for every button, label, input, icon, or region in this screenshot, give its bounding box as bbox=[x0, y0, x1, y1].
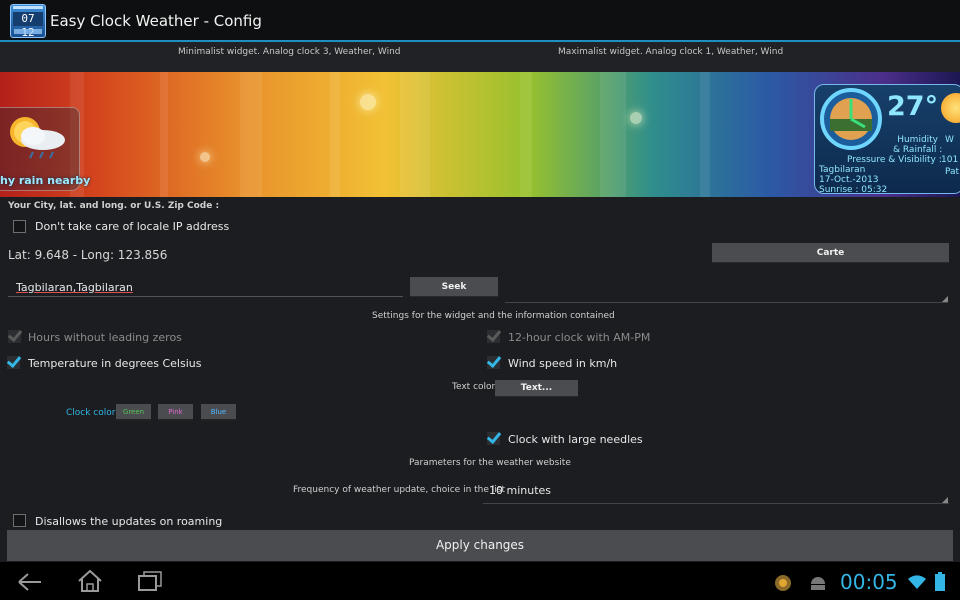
minimalist-widget-text: hy rain nearby bbox=[0, 107, 90, 191]
humidity-text: Humidity bbox=[897, 135, 939, 145]
banner-stripe bbox=[330, 72, 340, 197]
wifi-icon bbox=[908, 575, 926, 589]
ignore-ip-checkbox[interactable] bbox=[13, 220, 26, 233]
app-icon[interactable]: 07 12 bbox=[10, 4, 46, 39]
city-spinner-line bbox=[505, 302, 948, 303]
city-spinner-arrow-icon[interactable] bbox=[942, 296, 948, 302]
temperature-readout: 27° bbox=[887, 91, 939, 122]
large-needles-label[interactable]: Clock with large needles bbox=[508, 433, 643, 446]
status-clock: 00:05 bbox=[840, 570, 898, 594]
apply-changes-button[interactable]: Apply changes bbox=[7, 530, 953, 561]
clock-color-label: Clock color bbox=[66, 408, 116, 418]
banner-stripe bbox=[700, 72, 710, 197]
system-navigation-bar: 00:05 bbox=[0, 562, 960, 600]
action-bar: 07 12 Easy Clock Weather - Config bbox=[0, 0, 960, 42]
banner-light bbox=[630, 112, 642, 124]
screen: 07 12 Easy Clock Weather - Config Minima… bbox=[0, 0, 960, 600]
text-color-button[interactable]: Text... bbox=[495, 380, 578, 397]
banner-stripe bbox=[520, 72, 532, 197]
home-icon[interactable] bbox=[76, 569, 104, 593]
banner-stripe bbox=[600, 72, 626, 197]
twelve-hour-checkbox[interactable] bbox=[487, 330, 500, 343]
app-icon-bottom bbox=[14, 29, 42, 34]
cut-label: W bbox=[945, 135, 954, 145]
notification-app-icon[interactable] bbox=[774, 574, 792, 592]
seek-button[interactable]: Seek bbox=[410, 277, 498, 297]
widget-sunrise: Sunrise : 05:32 bbox=[819, 185, 888, 195]
large-needles-checkbox[interactable] bbox=[487, 432, 500, 445]
recent-apps-icon[interactable] bbox=[136, 570, 164, 592]
celsius-checkbox[interactable] bbox=[7, 356, 20, 369]
hours-no-zero-label[interactable]: Hours without leading zeros bbox=[28, 331, 182, 344]
widget-captions: Minimalist widget. Analog clock 3, Weath… bbox=[0, 42, 960, 72]
weather-header: Parameters for the weather website bbox=[409, 458, 571, 468]
maximalist-widget-preview[interactable]: 27° Humidity & Rainfall : W Pressure & Vi… bbox=[814, 84, 960, 195]
clock-color-blue-button[interactable]: Blue bbox=[201, 404, 236, 421]
banner-stripe bbox=[160, 72, 168, 197]
back-icon[interactable] bbox=[16, 571, 44, 593]
frequency-spinner-line bbox=[483, 503, 949, 504]
frequency-label: Frequency of weather update, choice in t… bbox=[293, 485, 505, 495]
roaming-label[interactable]: Disallows the updates on roaming bbox=[35, 515, 222, 528]
battery-icon bbox=[935, 572, 945, 591]
text-color-label: Text color bbox=[452, 382, 496, 392]
app-icon-top bbox=[13, 6, 43, 9]
sun-icon bbox=[941, 93, 960, 123]
frequency-dropdown-arrow-icon[interactable] bbox=[942, 497, 948, 503]
banner-light bbox=[200, 152, 210, 162]
hours-no-zero-checkbox[interactable] bbox=[8, 330, 21, 343]
banner-stripe bbox=[400, 72, 430, 197]
pressure-label: Pressure & Visibility : bbox=[847, 155, 942, 165]
map-button[interactable]: Carte bbox=[712, 243, 949, 263]
settings-header: Settings for the widget and the informat… bbox=[372, 311, 615, 321]
cut-value-2: Pat bbox=[945, 167, 960, 177]
clock-color-green-button[interactable]: Green bbox=[116, 404, 151, 421]
coordinates-text: Lat: 9.648 - Long: 123.856 bbox=[8, 248, 168, 262]
widget-city: Tagbilaran bbox=[819, 165, 866, 175]
city-input-underline bbox=[8, 296, 403, 297]
rain-forecast-text: hy rain nearby bbox=[0, 174, 91, 187]
analog-clock-icon bbox=[820, 88, 882, 150]
ignore-ip-label[interactable]: Don't take care of locale IP address bbox=[35, 220, 229, 233]
twelve-hour-label[interactable]: 12-hour clock with AM-PM bbox=[508, 331, 650, 344]
minimalist-widget-caption[interactable]: Minimalist widget. Analog clock 3, Weath… bbox=[178, 47, 401, 57]
cut-value: 101 bbox=[941, 155, 959, 165]
celsius-label[interactable]: Temperature in degrees Celsius bbox=[28, 357, 201, 370]
banner-stripe bbox=[240, 72, 262, 197]
city-input[interactable]: Tagbilaran,Tagbilaran bbox=[16, 281, 133, 294]
app-icon-clock: 07 12 bbox=[13, 12, 43, 39]
widget-date: 17-Oct.-2013 bbox=[819, 175, 879, 185]
app-title: Easy Clock Weather - Config bbox=[50, 12, 262, 30]
frequency-select[interactable]: 10 minutes bbox=[489, 484, 551, 497]
wind-kmh-checkbox[interactable] bbox=[487, 356, 500, 369]
roaming-checkbox[interactable] bbox=[13, 514, 26, 527]
widget-city-info: Tagbilaran 17-Oct.-2013 Sunrise : 05:32 bbox=[819, 165, 887, 195]
humidity-label: Humidity & Rainfall : bbox=[893, 135, 942, 155]
rainfall-text: & Rainfall : bbox=[893, 145, 943, 155]
maximalist-widget-caption[interactable]: Maximalist widget. Analog clock 1, Weath… bbox=[558, 47, 783, 57]
clock-color-pink-button[interactable]: Pink bbox=[158, 404, 193, 421]
wind-kmh-label[interactable]: Wind speed in km/h bbox=[508, 357, 617, 370]
location-header: Your City, lat. and long. or U.S. Zip Co… bbox=[8, 201, 220, 211]
banner-light bbox=[360, 94, 376, 110]
android-debug-icon bbox=[811, 577, 825, 590]
